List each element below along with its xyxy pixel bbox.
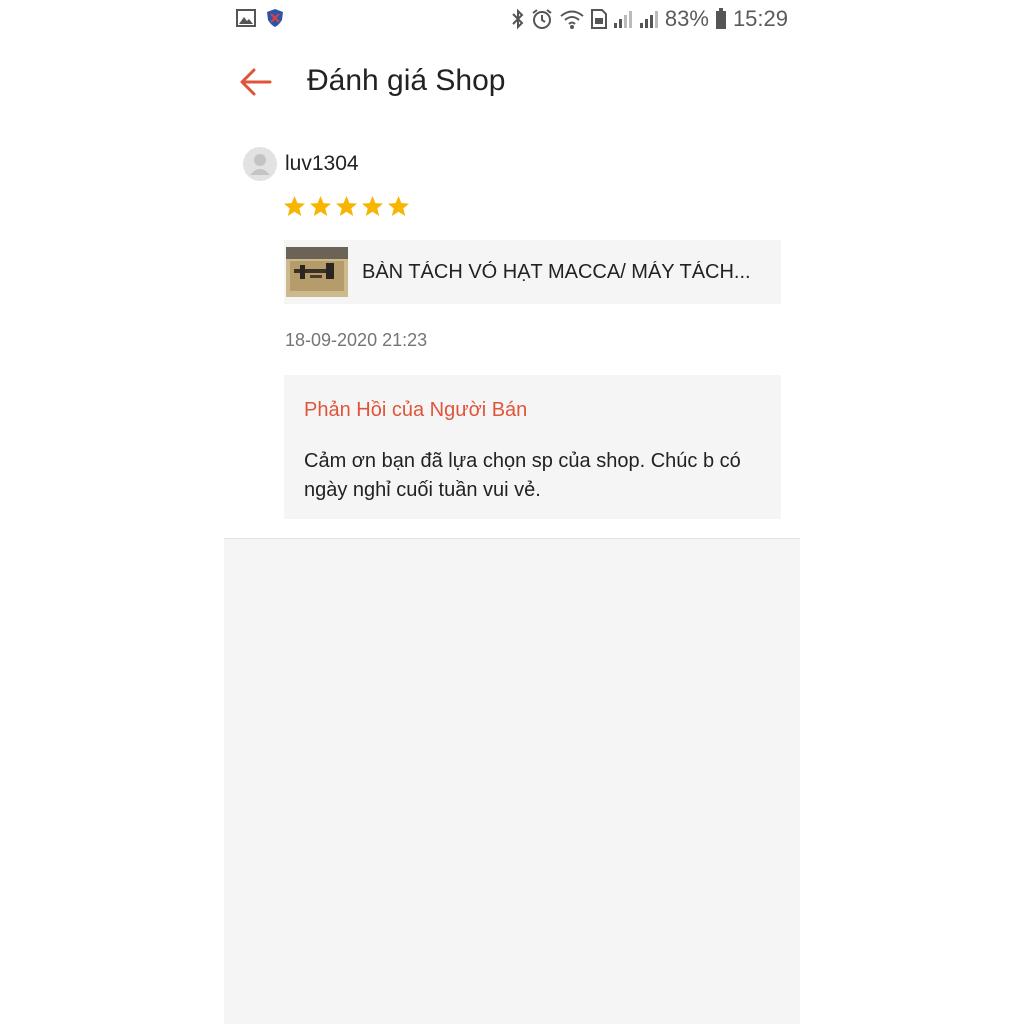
gallery-icon [236, 9, 256, 32]
star-icon [309, 195, 332, 217]
status-bar: 83% 15:29 [224, 0, 800, 40]
seller-reply-text: Cảm ơn bạn đã lựa chọn sp của shop. Chúc… [304, 450, 741, 501]
product-card[interactable]: BÀN TÁCH VỎ HẠT MACCA/ MÁY TÁCH... [284, 240, 781, 304]
empty-area [224, 539, 800, 1024]
rating-stars [283, 195, 410, 217]
avatar [243, 147, 277, 181]
alarm-icon [531, 8, 553, 30]
product-thumbnail [286, 247, 348, 297]
back-button[interactable] [238, 64, 282, 102]
star-icon [387, 195, 410, 217]
review-date: 18-09-2020 21:23 [285, 330, 428, 350]
seller-reply: Phản Hồi của Người Bán Cảm ơn bạn đã lựa… [284, 375, 781, 519]
signal-icon [613, 9, 633, 29]
signal-icon [639, 9, 659, 29]
bluetooth-icon [511, 8, 525, 30]
product-name: BÀN TÁCH VỎ HẠT MACCA/ MÁY TÁCH... [362, 261, 751, 283]
clock: 15:29 [732, 6, 788, 31]
star-icon [361, 195, 384, 217]
app-bar: Đánh giá Shop [224, 48, 800, 118]
page-title: Đánh giá Shop [307, 64, 506, 97]
star-icon [335, 195, 358, 217]
arrow-left-icon [238, 68, 274, 104]
star-icon [283, 195, 306, 217]
wifi-icon [559, 8, 585, 30]
battery-icon [715, 8, 727, 30]
screen: 83% 15:29 Đánh giá Shop luv1304 BÀN TÁCH… [224, 0, 800, 1024]
shield-icon [266, 8, 284, 33]
seller-reply-title: Phản Hồi của Người Bán [304, 399, 528, 421]
sim-icon [590, 9, 607, 29]
username: luv1304 [285, 152, 359, 175]
battery-percent: 83% [664, 6, 709, 31]
